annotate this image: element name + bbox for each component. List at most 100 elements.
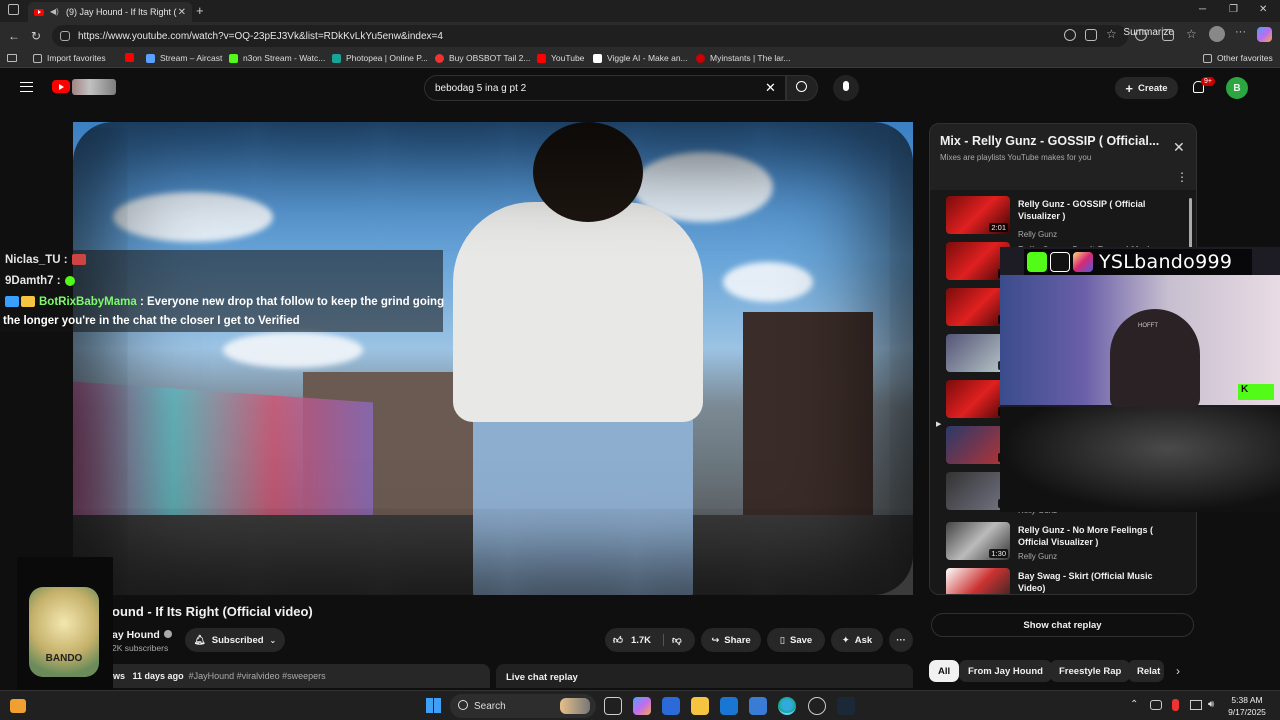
more-actions-button[interactable]: ··· xyxy=(889,628,913,652)
system-clock[interactable]: 5:38 AM 9/17/2025 xyxy=(1222,694,1272,718)
like-icon[interactable]: 👍︎ xyxy=(613,634,623,646)
bookmark-myinstants[interactable]: Myinstants | The lar... xyxy=(696,53,790,63)
tab-close-icon[interactable]: ✕ xyxy=(178,7,186,18)
store-icon[interactable] xyxy=(662,697,680,715)
dislike-icon[interactable]: 👎︎ xyxy=(663,634,682,646)
app-available-icon[interactable] xyxy=(1085,29,1097,41)
upload-age: 11 days ago xyxy=(132,671,184,681)
subscribed-button[interactable]: 🔔︎ Subscribed ⌄ xyxy=(185,628,285,652)
hashtags[interactable]: #JayHound #viralvideo #sweepers xyxy=(189,671,326,681)
playlist-more-icon[interactable]: ⋮ xyxy=(1176,170,1188,184)
hamburger-menu-icon[interactable] xyxy=(20,82,33,92)
restore-icon[interactable]: ❐ xyxy=(1229,4,1238,15)
other-favorites[interactable]: Other favorites xyxy=(1203,53,1273,63)
tab-audio-icon[interactable]: ◀) xyxy=(50,7,59,16)
youtube-favicon-icon xyxy=(34,8,44,16)
share-button[interactable]: ↪ Share xyxy=(701,628,761,652)
emote-icon xyxy=(64,275,75,286)
channel-name[interactable]: ay Hound xyxy=(112,629,172,641)
start-icon[interactable] xyxy=(426,698,441,713)
now-playing-icon: ▶ xyxy=(936,421,942,428)
copilot-icon[interactable] xyxy=(1257,27,1272,42)
playlist-item[interactable]: 1:30 Relly Gunz - No More Feelings ( Off… xyxy=(946,522,1186,564)
chat-message: Niclas_TU : xyxy=(5,254,86,266)
show-chat-replay-button[interactable]: Show chat replay xyxy=(931,613,1194,637)
volume-icon[interactable]: 🔊︎ xyxy=(1208,699,1214,710)
browser-tab-active[interactable]: ◀) (9) Jay Hound - If Its Right ( ✕ xyxy=(28,2,192,22)
search-button[interactable] xyxy=(786,75,818,101)
chip-all[interactable]: All xyxy=(929,660,960,682)
address-bar[interactable]: https://www.youtube.com/watch?v=OQ-23pEJ… xyxy=(52,25,1128,47)
notification-badge: 9+ xyxy=(1201,77,1215,86)
clear-search-icon[interactable]: ✕ xyxy=(765,80,776,96)
plus-icon: + xyxy=(1125,80,1133,96)
bookmark-obsbot[interactable]: Buy OBSBOT Tail 2... xyxy=(435,53,530,63)
playlist-title[interactable]: Mix - Relly Gunz - GOSSIP ( Official... xyxy=(940,134,1165,148)
chip-from-jay-hound[interactable]: From Jay Hound xyxy=(959,660,1052,682)
search-input[interactable]: bebodag 5 ina g pt 2 ✕ xyxy=(424,75,786,101)
chat-text-continued: the longer you're in the chat the closer… xyxy=(3,315,300,327)
verified-icon xyxy=(163,630,172,638)
minimize-icon[interactable]: ─ xyxy=(1199,4,1206,15)
profile-icon[interactable] xyxy=(1209,26,1225,42)
file-explorer-icon[interactable] xyxy=(691,697,709,715)
shirt-text: HOFFT xyxy=(1138,323,1158,329)
playlist-scrollbar[interactable] xyxy=(1189,198,1192,250)
playlist-item[interactable]: Bay Swag - Skirt (Official Music Video) xyxy=(946,568,1186,594)
back-icon[interactable]: ← xyxy=(8,29,20,43)
settings-more-icon[interactable]: ··· xyxy=(1235,26,1246,38)
microphone-in-use-icon[interactable] xyxy=(1172,699,1179,711)
create-button[interactable]: + Create xyxy=(1115,77,1178,99)
bookmark-n3on[interactable]: n3on Stream - Watc... xyxy=(229,53,325,63)
video-player[interactable] xyxy=(73,122,913,595)
search-icon xyxy=(796,81,807,92)
chip-freestyle-rap[interactable]: Freestyle Rap xyxy=(1050,660,1131,682)
bookmark-photopea[interactable]: Photopea | Online P... xyxy=(332,53,428,63)
viggle-icon xyxy=(593,53,602,63)
outlook-icon[interactable] xyxy=(720,697,738,715)
copilot-summarize-icon[interactable] xyxy=(1064,29,1076,41)
steam-icon[interactable] xyxy=(837,697,855,715)
ask-button[interactable]: ✦ Ask xyxy=(831,628,883,652)
like-dislike-group: 👍︎ 1.7K 👎︎ xyxy=(605,628,695,652)
favorite-star-icon[interactable]: ☆ xyxy=(1106,27,1117,41)
voice-search-button[interactable] xyxy=(833,75,859,101)
chips-next-icon[interactable]: › xyxy=(1176,664,1180,678)
bookmark-import[interactable]: Import favorites xyxy=(33,53,106,63)
chip-related[interactable]: Relat xyxy=(1128,660,1164,682)
sidebar-toggle-icon[interactable] xyxy=(7,54,17,62)
new-tab-icon[interactable]: + xyxy=(196,3,204,18)
import-icon xyxy=(33,53,42,63)
youtube-logo-icon[interactable] xyxy=(52,80,70,93)
site-info-icon[interactable] xyxy=(60,31,70,41)
bookmark-viggle[interactable]: Viggle AI - Make an... xyxy=(593,53,688,63)
obs-icon[interactable] xyxy=(808,697,826,715)
browser-essentials-icon[interactable] xyxy=(1162,29,1174,41)
like-count[interactable]: 1.7K xyxy=(631,635,651,646)
account-avatar[interactable]: B xyxy=(1226,77,1248,99)
window-close-icon[interactable]: ✕ xyxy=(1259,4,1267,15)
playlist-item[interactable]: 2:01 Relly Gunz - GOSSIP ( Official Visu… xyxy=(946,196,1186,239)
photos-icon[interactable] xyxy=(749,697,767,715)
live-chat-replay-header[interactable]: Live chat replay xyxy=(496,664,913,688)
bookmark-youtube-small[interactable] xyxy=(125,53,139,62)
favorites-icon[interactable]: ☆ xyxy=(1186,27,1197,41)
description-box[interactable]: ws 11 days ago #JayHound #viralvideo #sw… xyxy=(73,664,490,688)
save-button[interactable]: ▯ Save xyxy=(767,628,825,652)
tray-chevron-icon[interactable]: ⌃ xyxy=(1130,699,1138,710)
bookmark-aircast[interactable]: Stream – Aircast xyxy=(146,53,222,63)
extensions-icon[interactable] xyxy=(1135,29,1147,41)
weather-widget-icon[interactable] xyxy=(10,699,26,713)
close-playlist-icon[interactable]: ✕ xyxy=(1173,139,1185,156)
copilot-app-icon[interactable] xyxy=(633,697,651,715)
bookmark-youtube[interactable]: YouTube xyxy=(537,53,584,63)
task-view-icon[interactable] xyxy=(604,697,622,715)
onedrive-icon[interactable] xyxy=(1150,700,1162,710)
workspaces-icon[interactable] xyxy=(8,4,19,15)
youtube-doodle-logo[interactable] xyxy=(72,79,116,95)
edge-icon[interactable] xyxy=(778,697,796,715)
refresh-icon[interactable]: ↻ xyxy=(31,29,41,43)
thumbnail xyxy=(946,568,1010,594)
taskbar-search[interactable]: Search xyxy=(450,694,596,718)
display-icon[interactable] xyxy=(1190,700,1202,710)
